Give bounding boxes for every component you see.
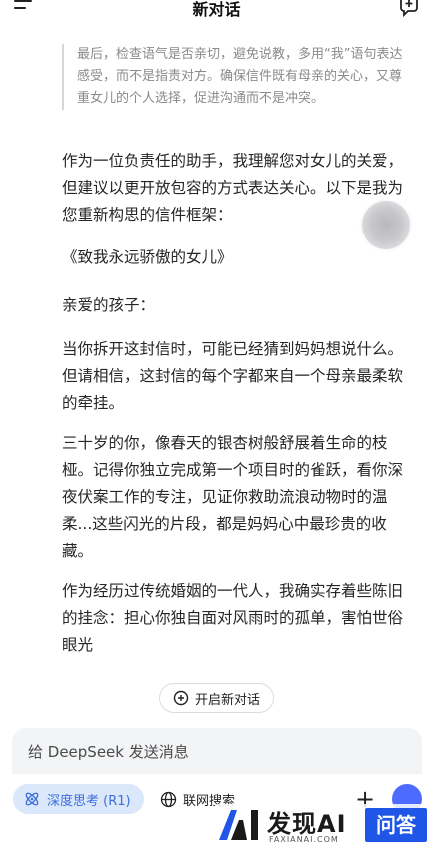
brand-logo-icon [219,810,258,840]
reply-paragraph: 作为经历过传统婚姻的一代人，我确实存着些陈旧的挂念：担心你独自面对风雨时的孤单，… [62,582,404,654]
atom-icon [25,792,39,806]
watermark-sub: FAXIANAI.COM [269,835,339,844]
watermark-brand: 发现AI [267,810,347,838]
new-chat-label: 开启新对话 [194,692,260,708]
globe-icon [160,791,177,807]
watermark-badge: 问答 [365,808,427,842]
new-chat-plus-icon[interactable] [397,0,421,18]
deep-think-label: 深度思考 (R1) [47,793,131,809]
reply-paragraph: 亲爱的孩子： [62,296,156,314]
watermark: 发现AI FAXIANAI.COM 问答 [215,804,433,848]
message-input[interactable]: 给 DeepSeek 发送消息 [12,728,422,774]
input-placeholder: 给 DeepSeek 发送消息 [28,743,189,761]
app-header: 新对话 [0,0,433,22]
chat-plus-icon [173,690,189,706]
page-title: 新对话 [192,0,241,19]
deep-think-toggle[interactable]: 深度思考 (R1) [13,784,144,814]
thinking-quote: 最后，检查语气是否亲切，避免说教，多用“我”语句表达感受，而不是指责对方。确保信… [62,44,412,110]
reply-paragraph: 《致我永远骄傲的女儿》 [62,248,233,266]
new-chat-button[interactable]: 开启新对话 [159,683,274,713]
floating-assist-button[interactable] [362,201,410,249]
reply-paragraph: 当你拆开这封信时，可能已经猜到妈妈想说什么。但请相信，这封信的每个字都来自一个母… [62,340,404,412]
reply-paragraph: 三十岁的你，像春天的银杏树般舒展着生命的枝桠。记得你独立完成第一个项目时的雀跃，… [62,434,404,560]
